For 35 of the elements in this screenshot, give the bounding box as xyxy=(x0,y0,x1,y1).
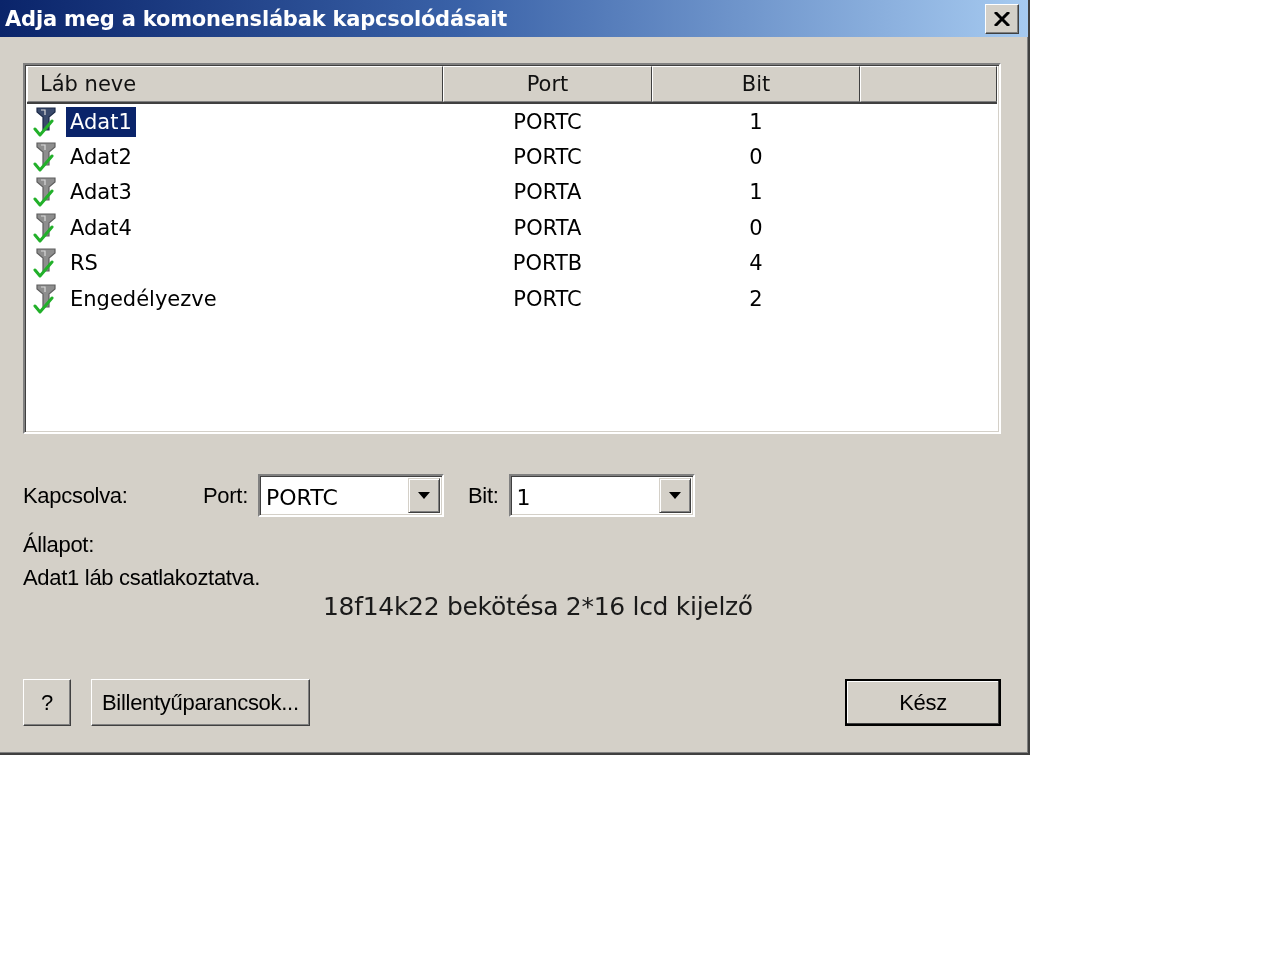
bit-select[interactable]: 1 xyxy=(508,474,695,517)
status-message: Adat1 láb csatlakoztatva. xyxy=(23,565,261,591)
column-header[interactable]: Port xyxy=(443,66,652,102)
caption-text: 18f14k22 bekötésa 2*16 lcd kijelző xyxy=(323,592,753,622)
status-label: Állapot: xyxy=(23,532,94,558)
table-cell: 4 xyxy=(749,251,763,276)
pin-name[interactable]: Engedélyezve xyxy=(66,283,221,314)
table-cell: 1 xyxy=(749,180,763,205)
port-label: Port: xyxy=(203,482,248,509)
done-button[interactable]: Kész xyxy=(845,679,1001,726)
pin-name[interactable]: Adat4 xyxy=(66,212,136,243)
shortcuts-button[interactable]: Billentyűparancsok... xyxy=(91,679,310,726)
table-cell: 0 xyxy=(749,215,763,240)
table-cell: 0 xyxy=(749,145,763,170)
port-select[interactable]: PORTC xyxy=(257,474,444,517)
table-cell: PORTC xyxy=(513,286,582,311)
window-title: Adja meg a komonenslábak kapcsolódásait xyxy=(5,6,508,31)
pin-name[interactable]: Adat3 xyxy=(66,177,136,208)
column-header[interactable]: Bit xyxy=(652,66,860,102)
table-cell: PORTC xyxy=(513,109,582,134)
pin-name[interactable]: Adat2 xyxy=(66,142,136,173)
table-cell: 1 xyxy=(749,109,763,134)
pin-name[interactable]: Adat1 xyxy=(66,106,136,137)
table-cell: PORTA xyxy=(513,215,582,240)
connected-label: Kapcsolva: xyxy=(23,482,129,509)
close-icon xyxy=(994,11,1010,26)
table-cell: PORTC xyxy=(513,145,582,170)
table-cell: PORTB xyxy=(512,251,583,276)
table-cell: 2 xyxy=(749,286,763,311)
pin-name[interactable]: RS xyxy=(66,248,102,279)
column-header[interactable]: Láb neve xyxy=(27,66,443,102)
bit-label: Bit: xyxy=(467,482,499,509)
table-cell: PORTA xyxy=(513,180,582,205)
help-button[interactable]: ? xyxy=(23,679,71,726)
close-button[interactable] xyxy=(985,3,1019,34)
